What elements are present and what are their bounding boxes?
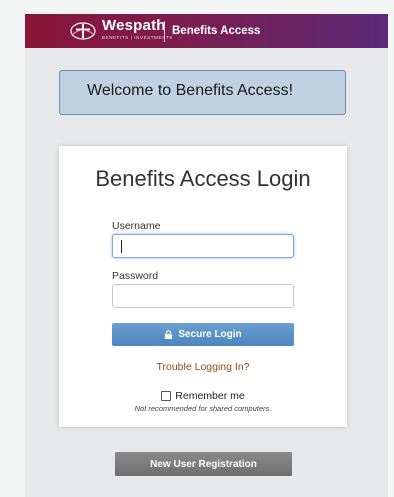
login-card: Benefits Access Login Username Password … (59, 146, 347, 427)
password-input[interactable] (112, 284, 294, 308)
username-input[interactable] (112, 234, 294, 258)
app-name: Benefits Access (172, 25, 261, 37)
header-divider (164, 21, 165, 42)
new-user-registration-label: New User Registration (150, 458, 257, 470)
text-caret (121, 240, 122, 253)
brand-tagline: BENEFITS | INVESTMENTS (102, 35, 173, 40)
welcome-text: Welcome to Benefits Access! (87, 81, 294, 99)
new-user-registration-button[interactable]: New User Registration (115, 452, 292, 476)
secure-login-label: Secure Login (178, 329, 242, 340)
header-bar: Wespath BENEFITS | INVESTMENTS Benefits … (25, 14, 388, 48)
remember-me-note: Not recommended for shared computers. (134, 404, 272, 413)
wespath-logo-icon (70, 22, 96, 40)
welcome-banner: Welcome to Benefits Access! (59, 70, 346, 115)
remember-me-label[interactable]: Remember me (175, 390, 244, 402)
remember-me-row: Remember me (59, 390, 347, 402)
trouble-logging-in-link[interactable]: Trouble Logging In? (59, 361, 347, 373)
secure-login-button[interactable]: Secure Login (112, 323, 294, 346)
remember-me-checkbox[interactable] (161, 391, 172, 401)
username-label: Username (112, 220, 161, 232)
lock-icon (165, 330, 173, 339)
brand-name: Wespath (102, 17, 166, 34)
login-title: Benefits Access Login (95, 166, 311, 191)
password-label: Password (112, 270, 159, 282)
page-frame: Wespath BENEFITS | INVESTMENTS Benefits … (25, 14, 388, 497)
